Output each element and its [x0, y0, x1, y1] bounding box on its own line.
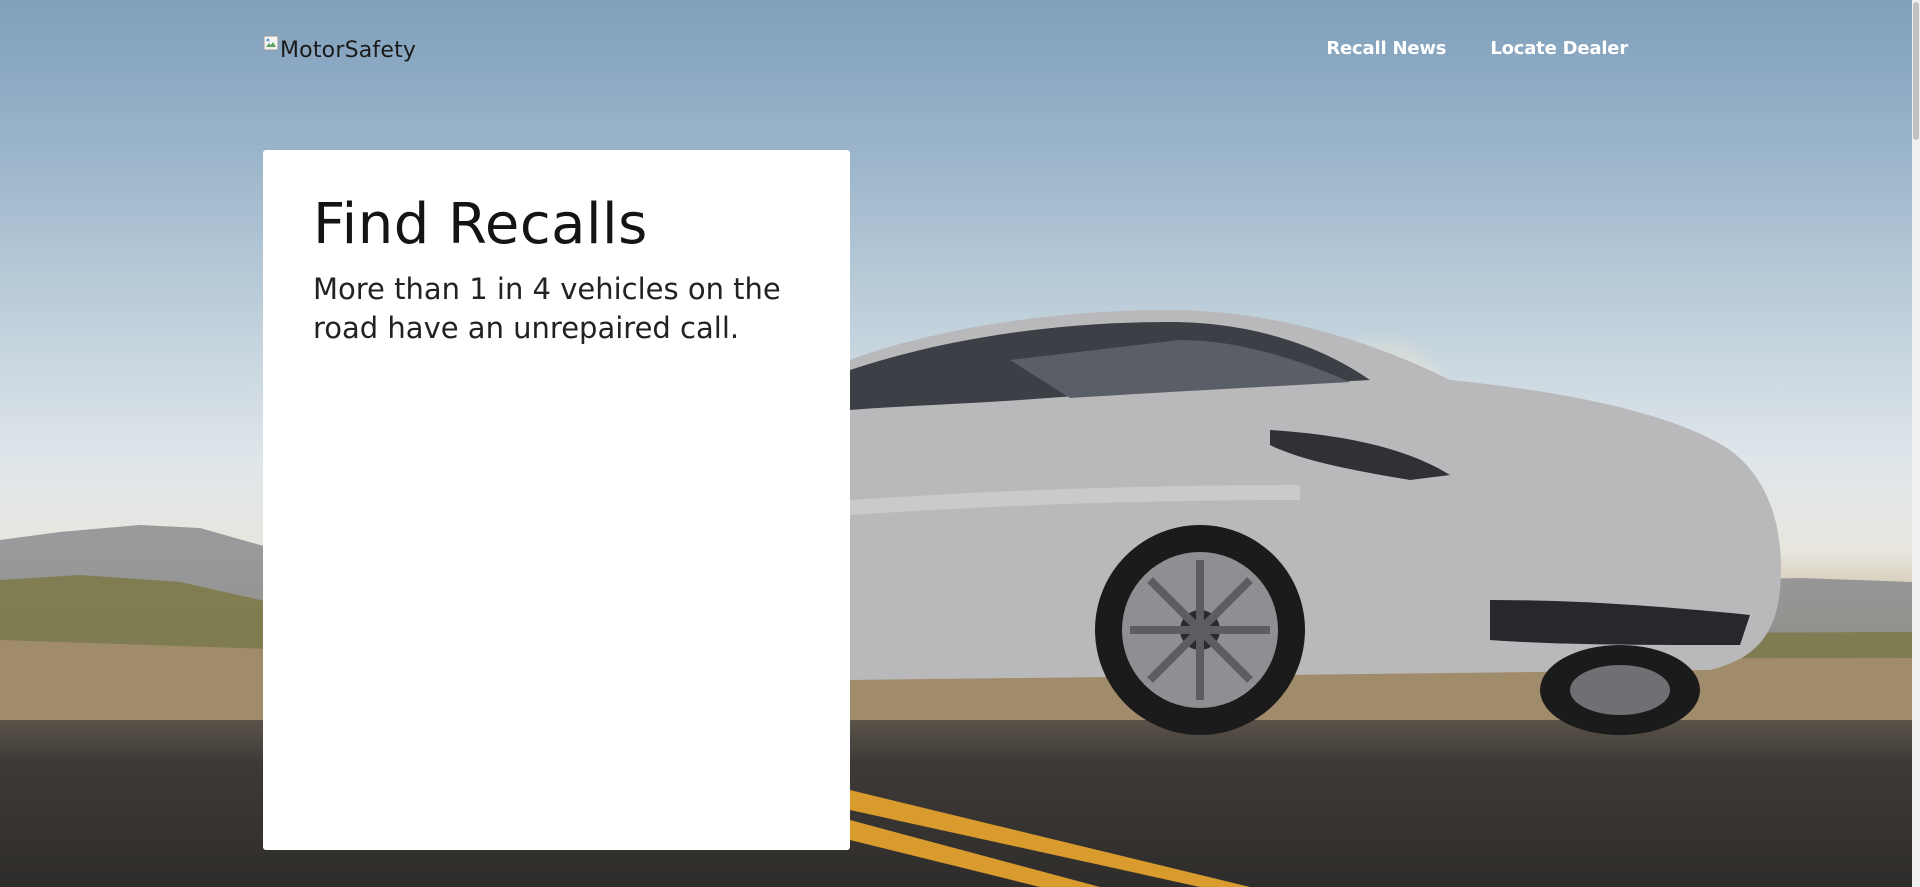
- nav-link-locate-dealer[interactable]: Locate Dealer: [1490, 38, 1628, 59]
- primary-nav: Recall News Locate Dealer: [1326, 38, 1628, 59]
- page-title: Find Recalls: [313, 192, 648, 257]
- recall-search-card: Find Recalls More than 1 in 4 vehicles o…: [263, 150, 850, 850]
- logo-link[interactable]: MotorSafety: [263, 34, 416, 63]
- nav-link-recall-news[interactable]: Recall News: [1326, 38, 1446, 59]
- logo-alt-text: MotorSafety: [280, 38, 417, 63]
- site-header: MotorSafety Recall News Locate Dealer: [263, 34, 1628, 74]
- hero-subtitle: More than 1 in 4 vehicles on the road ha…: [313, 272, 781, 345]
- scrollbar-thumb[interactable]: [1913, 2, 1919, 140]
- page: MotorSafety Recall News Locate Dealer Fi…: [0, 0, 1920, 887]
- page-scrollbar[interactable]: [1912, 0, 1920, 887]
- car-illustration: [850, 310, 1781, 735]
- broken-image-icon: [263, 35, 279, 51]
